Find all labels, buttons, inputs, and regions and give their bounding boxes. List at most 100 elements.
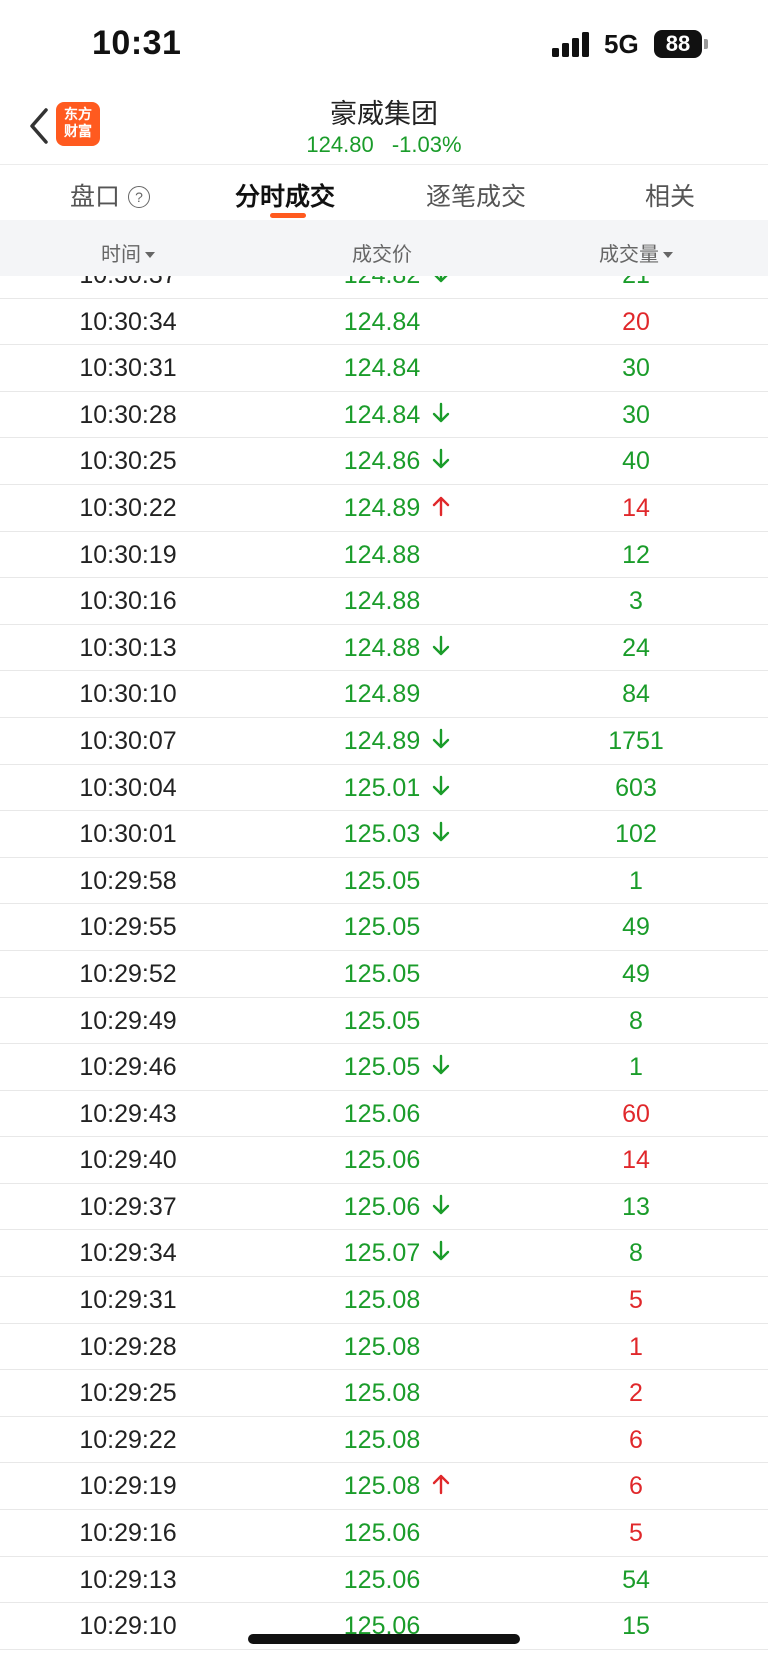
trade-price: 124.88 bbox=[343, 587, 421, 616]
trade-volume: 6 bbox=[629, 1425, 643, 1454]
trade-price: 124.89 bbox=[343, 680, 421, 709]
trade-volume: 14 bbox=[622, 1146, 650, 1175]
trade-time: 10:29:46 bbox=[79, 1053, 177, 1082]
trade-price: 125.08 bbox=[343, 1379, 421, 1408]
trade-volume: 49 bbox=[622, 913, 650, 942]
table-row: 10:29:31 125.08 5 bbox=[0, 1277, 768, 1324]
column-time-label: 时间 bbox=[101, 244, 141, 266]
trade-time: 10:30:07 bbox=[79, 726, 177, 755]
trade-volume: 30 bbox=[622, 400, 650, 429]
arrow-down-icon bbox=[432, 1194, 450, 1215]
column-header-volume[interactable]: 成交量 bbox=[536, 238, 736, 267]
trade-price: 125.06 bbox=[343, 1519, 421, 1548]
trade-time: 10:30:10 bbox=[79, 680, 177, 709]
trade-volume: 13 bbox=[622, 1192, 650, 1221]
trade-list-content: 10:30:37124.822110:30:34124.842010:30:31… bbox=[0, 276, 768, 1650]
trade-time: 10:30:16 bbox=[79, 587, 177, 616]
table-row: 10:29:34 125.07 8 bbox=[0, 1230, 768, 1278]
trade-price: 125.06 bbox=[343, 1565, 421, 1594]
trade-volume: 1 bbox=[629, 866, 643, 895]
trade-price: 124.89 bbox=[343, 493, 421, 522]
table-header: 时间 成交价 成交量 bbox=[0, 220, 768, 276]
battery-tip bbox=[704, 39, 708, 49]
table-row: 10:29:52 125.05 49 bbox=[0, 951, 768, 998]
table-row: 10:30:34 124.84 20 bbox=[0, 299, 768, 346]
arrow-down-icon bbox=[432, 1241, 450, 1261]
tab-bar: 盘口? 分时成交 逐笔成交 相关 bbox=[0, 164, 768, 221]
trade-price: 124.89 bbox=[343, 726, 421, 755]
trade-volume: 603 bbox=[615, 773, 657, 802]
trade-volume: 1 bbox=[629, 1053, 643, 1082]
arrow-down-icon bbox=[432, 775, 450, 795]
table-row: 10:29:25 125.08 2 bbox=[0, 1370, 768, 1417]
trade-price: 125.05 bbox=[343, 1006, 421, 1035]
trade-time: 10:29:13 bbox=[79, 1565, 177, 1594]
arrow-down-icon bbox=[432, 728, 450, 749]
table-row: 10:30:25 124.86 40 bbox=[0, 438, 768, 485]
trade-volume: 60 bbox=[622, 1099, 650, 1128]
trade-volume: 6 bbox=[629, 1472, 643, 1501]
trade-volume: 24 bbox=[622, 633, 650, 662]
trade-volume: 5 bbox=[629, 1519, 643, 1548]
trade-price: 124.84 bbox=[343, 307, 421, 336]
table-row: 10:29:49 125.05 8 bbox=[0, 998, 768, 1045]
tab-tick-trades[interactable]: 逐笔成交 bbox=[426, 177, 526, 213]
table-row: 10:29:28 125.08 1 bbox=[0, 1324, 768, 1371]
trade-price: 125.06 bbox=[343, 1099, 421, 1128]
trade-time: 10:29:22 bbox=[79, 1425, 177, 1454]
table-row: 10:30:04 125.01 603 bbox=[0, 765, 768, 812]
table-row: 10:29:40 125.06 14 bbox=[0, 1137, 768, 1184]
trade-volume: 1 bbox=[629, 1332, 643, 1361]
arrow-up-icon bbox=[432, 496, 450, 517]
cellular-signal-icon bbox=[552, 31, 592, 57]
trade-volume: 30 bbox=[622, 354, 650, 383]
trade-volume: 21 bbox=[536, 276, 736, 290]
trade-time: 10:29:25 bbox=[79, 1379, 177, 1408]
trade-time: 10:29:31 bbox=[79, 1286, 177, 1315]
status-time: 10:31 bbox=[92, 24, 182, 62]
arrow-down-icon bbox=[432, 1054, 450, 1075]
trade-price: 125.05 bbox=[343, 1053, 421, 1082]
trade-volume: 3 bbox=[629, 587, 643, 616]
table-row: 10:30:10 124.89 84 bbox=[0, 671, 768, 718]
trade-time: 10:29:34 bbox=[79, 1239, 177, 1268]
tab-intraday-trades[interactable]: 分时成交 bbox=[235, 177, 335, 213]
trade-volume: 49 bbox=[622, 959, 650, 988]
trade-time: 10:29:16 bbox=[79, 1519, 177, 1548]
trade-volume: 54 bbox=[622, 1565, 650, 1594]
trade-time: 10:30:01 bbox=[79, 820, 177, 849]
trade-time: 10:29:19 bbox=[79, 1472, 177, 1501]
table-row: 10:30:07 124.89 1751 bbox=[0, 718, 768, 765]
help-icon[interactable]: ? bbox=[128, 186, 151, 208]
arrow-down-icon bbox=[432, 449, 450, 469]
trade-volume: 84 bbox=[622, 680, 650, 709]
trade-volume: 15 bbox=[622, 1612, 650, 1641]
stock-quote: 124.80 -1.03% bbox=[0, 132, 768, 158]
column-header-time[interactable]: 时间 bbox=[28, 238, 228, 267]
network-type: 5G bbox=[604, 29, 639, 59]
table-row: 10:30:01 125.03 102 bbox=[0, 811, 768, 858]
trade-list[interactable]: 10:30:37124.822110:30:34124.842010:30:31… bbox=[0, 276, 768, 1662]
trade-price: 125.05 bbox=[343, 959, 421, 988]
trade-price: 125.01 bbox=[343, 773, 421, 802]
trade-time: 10:29:55 bbox=[79, 913, 177, 942]
trade-time: 10:29:28 bbox=[79, 1332, 177, 1361]
trade-time: 10:30:13 bbox=[79, 633, 177, 662]
stock-name: 豪威集团 bbox=[330, 99, 438, 129]
trade-time: 10:30:25 bbox=[79, 447, 177, 476]
trade-price: 124.84 bbox=[343, 354, 421, 383]
trade-price: 124.84 bbox=[343, 400, 421, 429]
table-row: 10:29:16 125.06 5 bbox=[0, 1510, 768, 1557]
trade-price: 125.05 bbox=[343, 866, 421, 895]
trade-price: 124.86 bbox=[343, 447, 421, 476]
trade-volume: 40 bbox=[622, 447, 650, 476]
trade-price: 125.08 bbox=[343, 1332, 421, 1361]
tab-order-book[interactable]: 盘口? bbox=[70, 177, 151, 213]
trade-price: 125.06 bbox=[343, 1192, 421, 1221]
table-row: 10:30:16 124.88 3 bbox=[0, 578, 768, 625]
tab-related[interactable]: 相关 bbox=[645, 177, 695, 213]
table-row: 10:30:13 124.88 24 bbox=[0, 625, 768, 672]
table-row: 10:29:13 125.06 54 bbox=[0, 1557, 768, 1604]
column-header-price: 成交价 bbox=[352, 244, 412, 266]
trade-time: 10:29:49 bbox=[79, 1006, 177, 1035]
